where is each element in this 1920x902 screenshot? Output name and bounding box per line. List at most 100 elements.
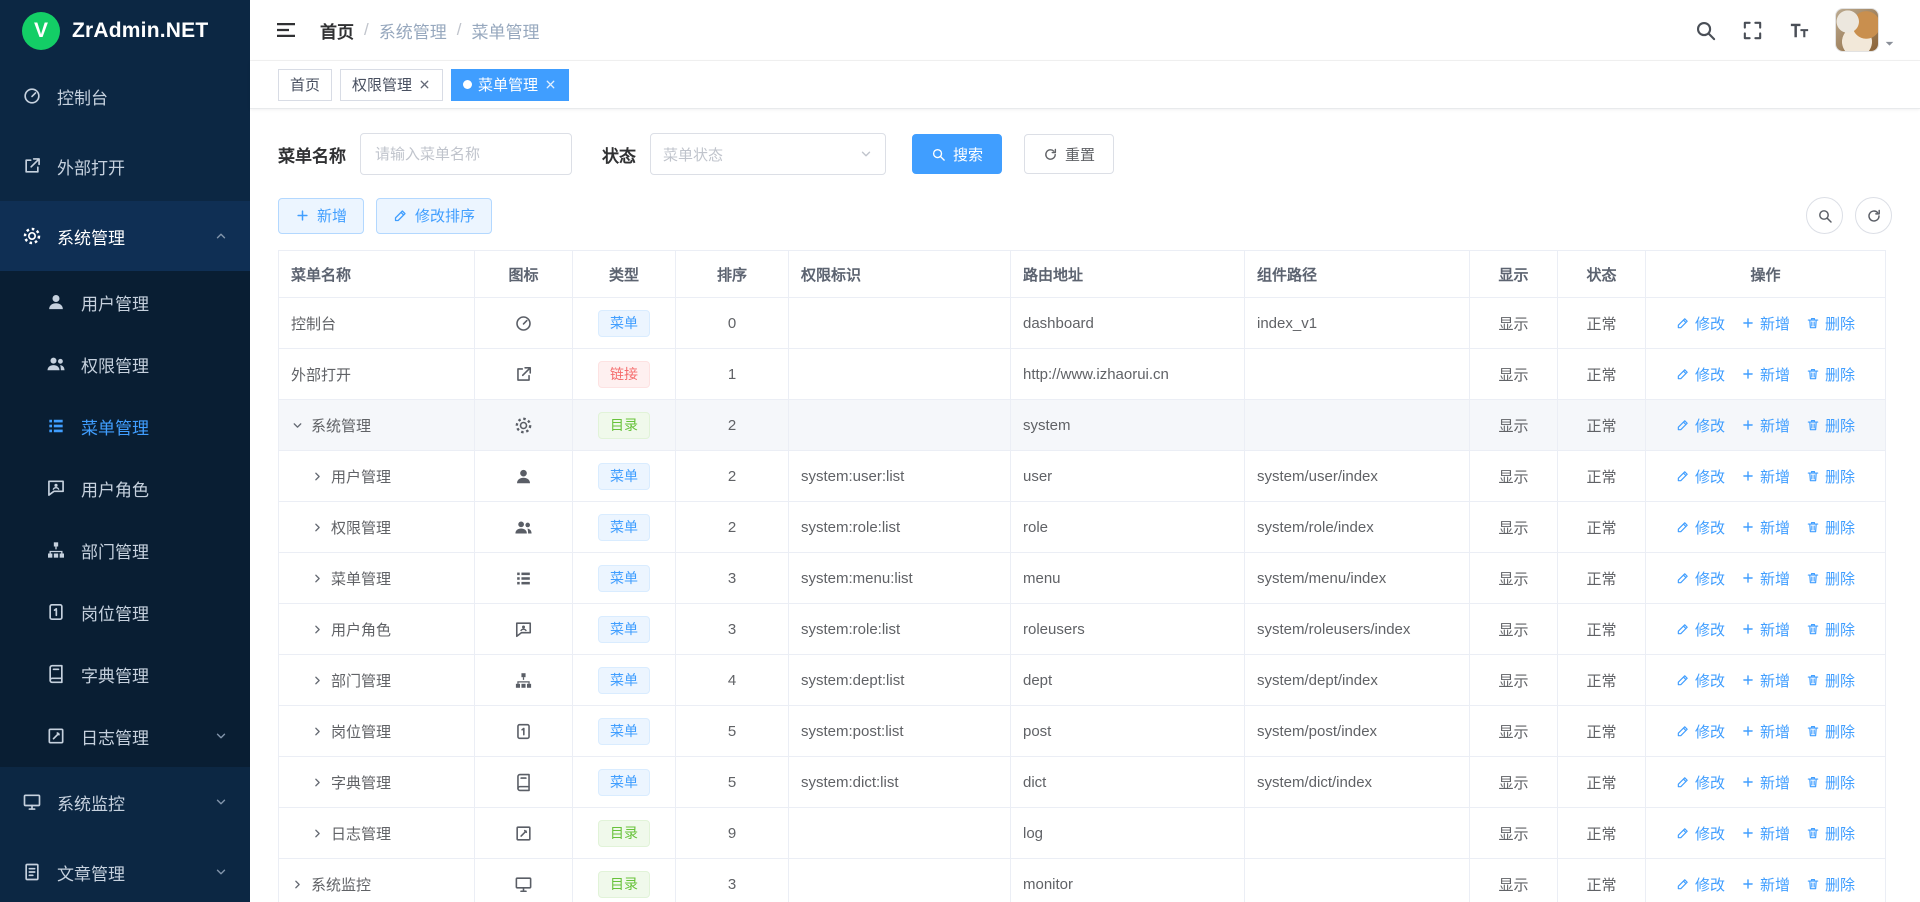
avatar[interactable]	[1835, 8, 1879, 52]
delete-link[interactable]: 删除	[1806, 721, 1855, 742]
close-icon[interactable]	[418, 78, 431, 91]
sort-edit-button[interactable]: 修改排序	[376, 198, 492, 234]
action-label: 删除	[1825, 670, 1855, 691]
add-link[interactable]: 新增	[1741, 568, 1790, 589]
add-button[interactable]: 新增	[278, 198, 364, 234]
fullscreen-icon[interactable]	[1741, 19, 1764, 42]
table-row[interactable]: 日志管理目录9log显示正常修改新增删除	[279, 808, 1886, 859]
delete-link[interactable]: 删除	[1806, 823, 1855, 844]
close-icon[interactable]	[544, 78, 557, 91]
status-value: 正常	[1586, 673, 1616, 690]
reset-button[interactable]: 重置	[1024, 134, 1114, 174]
search-icon[interactable]	[1694, 19, 1717, 42]
expand-arrow-icon[interactable]	[311, 776, 324, 789]
add-link[interactable]: 新增	[1741, 670, 1790, 691]
add-link[interactable]: 新增	[1741, 313, 1790, 334]
add-link[interactable]: 新增	[1741, 874, 1790, 895]
add-link[interactable]: 新增	[1741, 619, 1790, 640]
delete-link[interactable]: 删除	[1806, 415, 1855, 436]
sidebar-item-权限管理[interactable]: 权限管理	[0, 333, 250, 395]
delete-link[interactable]: 删除	[1806, 517, 1855, 538]
expand-arrow-icon[interactable]	[311, 470, 324, 483]
sidebar-item-岗位管理[interactable]: 岗位管理	[0, 581, 250, 643]
breadcrumb-item[interactable]: 首页	[320, 18, 354, 43]
add-link[interactable]: 新增	[1741, 415, 1790, 436]
add-link[interactable]: 新增	[1741, 517, 1790, 538]
add-link[interactable]: 新增	[1741, 823, 1790, 844]
edit-link[interactable]: 修改	[1676, 670, 1725, 691]
refresh-icon	[1043, 147, 1058, 162]
delete-link[interactable]: 删除	[1806, 466, 1855, 487]
edit-link[interactable]: 修改	[1676, 466, 1725, 487]
expand-arrow-icon[interactable]	[311, 521, 324, 534]
collapse-arrow-icon[interactable]	[291, 419, 304, 432]
sidebar-item-字典管理[interactable]: 字典管理	[0, 643, 250, 705]
sidebar-item-用户角色[interactable]: 用户角色	[0, 457, 250, 519]
sidebar-item-部门管理[interactable]: 部门管理	[0, 519, 250, 581]
table-refresh-button[interactable]	[1855, 197, 1892, 234]
table-row[interactable]: 字典管理菜单5system:dict:listdictsystem/dict/i…	[279, 757, 1886, 808]
sidebar-item-日志管理[interactable]: 日志管理	[0, 705, 250, 767]
status-select[interactable]: 菜单状态	[650, 133, 886, 175]
sidebar-item-用户管理[interactable]: 用户管理	[0, 271, 250, 333]
tab-菜单管理[interactable]: 菜单管理	[451, 69, 569, 101]
tab-首页[interactable]: 首页	[278, 69, 332, 101]
add-link[interactable]: 新增	[1741, 364, 1790, 385]
add-link[interactable]: 新增	[1741, 772, 1790, 793]
sidebar-item-控制台[interactable]: 控制台	[0, 61, 250, 131]
table-row[interactable]: 系统监控目录3monitor显示正常修改新增删除	[279, 859, 1886, 902]
table-row[interactable]: 权限管理菜单2system:role:listrolesystem/role/i…	[279, 502, 1886, 553]
edit-link[interactable]: 修改	[1676, 313, 1725, 334]
sidebar-item-文章管理[interactable]: 文章管理	[0, 837, 250, 902]
tab-权限管理[interactable]: 权限管理	[340, 69, 443, 101]
edit-icon	[1676, 520, 1690, 534]
edit-link[interactable]: 修改	[1676, 619, 1725, 640]
delete-link[interactable]: 删除	[1806, 874, 1855, 895]
delete-link[interactable]: 删除	[1806, 670, 1855, 691]
expand-arrow-icon[interactable]	[311, 623, 324, 636]
table-row[interactable]: 外部打开链接1http://www.izhaorui.cn显示正常修改新增删除	[279, 349, 1886, 400]
edit-link[interactable]: 修改	[1676, 415, 1725, 436]
table-row[interactable]: 岗位管理菜单5system:post:listpostsystem/post/i…	[279, 706, 1886, 757]
status-value: 正常	[1586, 877, 1616, 894]
edit-link[interactable]: 修改	[1676, 721, 1725, 742]
refresh-icon	[1866, 208, 1882, 224]
action-label: 删除	[1825, 874, 1855, 895]
delete-link[interactable]: 删除	[1806, 364, 1855, 385]
table-row[interactable]: 部门管理菜单4system:dept:listdeptsystem/dept/i…	[279, 655, 1886, 706]
active-tab-dot	[463, 80, 472, 89]
expand-arrow-icon[interactable]	[291, 878, 304, 891]
edit-link[interactable]: 修改	[1676, 874, 1725, 895]
delete-link[interactable]: 删除	[1806, 619, 1855, 640]
table-row[interactable]: 控制台菜单0dashboardindex_v1显示正常修改新增删除	[279, 298, 1886, 349]
table-row[interactable]: 用户管理菜单2system:user:listusersystem/user/i…	[279, 451, 1886, 502]
hamburger-icon[interactable]	[274, 18, 298, 42]
expand-arrow-icon[interactable]	[311, 725, 324, 738]
status-label: 状态	[602, 142, 636, 167]
search-button[interactable]: 搜索	[912, 134, 1002, 174]
delete-link[interactable]: 删除	[1806, 313, 1855, 334]
delete-link[interactable]: 删除	[1806, 568, 1855, 589]
add-link[interactable]: 新增	[1741, 721, 1790, 742]
expand-arrow-icon[interactable]	[311, 827, 324, 840]
table-search-button[interactable]	[1806, 197, 1843, 234]
expand-arrow-icon[interactable]	[311, 674, 324, 687]
user-menu[interactable]	[1835, 8, 1896, 52]
edit-link[interactable]: 修改	[1676, 772, 1725, 793]
font-size-icon[interactable]	[1788, 19, 1811, 42]
delete-link[interactable]: 删除	[1806, 772, 1855, 793]
menu-name-input[interactable]	[360, 133, 572, 175]
table-row[interactable]: 系统管理目录2system显示正常修改新增删除	[279, 400, 1886, 451]
sidebar-item-外部打开[interactable]: 外部打开	[0, 131, 250, 201]
sidebar-item-系统监控[interactable]: 系统监控	[0, 767, 250, 837]
edit-link[interactable]: 修改	[1676, 517, 1725, 538]
expand-arrow-icon[interactable]	[311, 572, 324, 585]
sidebar-item-菜单管理[interactable]: 菜单管理	[0, 395, 250, 457]
table-row[interactable]: 用户角色菜单3system:role:listroleuserssystem/r…	[279, 604, 1886, 655]
table-row[interactable]: 菜单管理菜单3system:menu:listmenusystem/menu/i…	[279, 553, 1886, 604]
edit-link[interactable]: 修改	[1676, 568, 1725, 589]
edit-link[interactable]: 修改	[1676, 823, 1725, 844]
add-link[interactable]: 新增	[1741, 466, 1790, 487]
edit-link[interactable]: 修改	[1676, 364, 1725, 385]
sidebar-item-系统管理[interactable]: 系统管理	[0, 201, 250, 271]
